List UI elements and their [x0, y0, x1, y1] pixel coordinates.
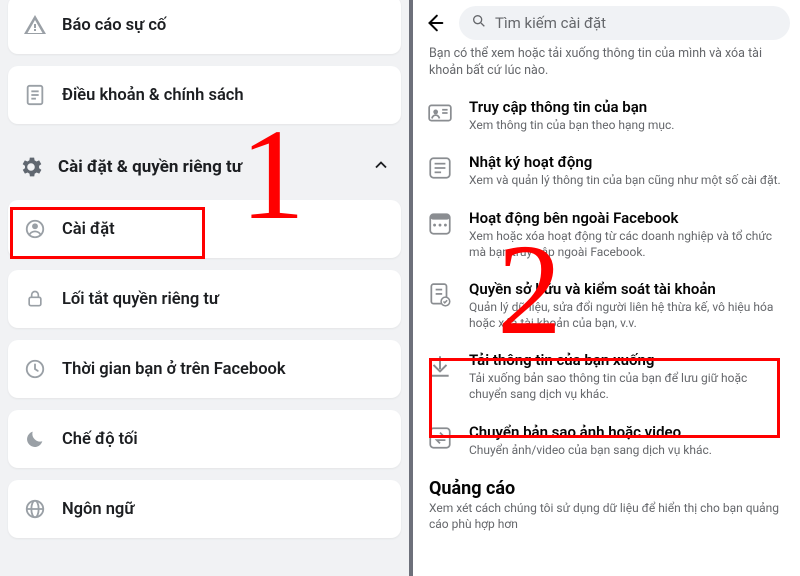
item-title: Chuyển bản sao ảnh hoặc video [469, 423, 784, 441]
settings-item-transfer-copy[interactable]: Chuyển bản sao ảnh hoặc video Chuyển ảnh… [413, 413, 800, 469]
warning-icon [22, 12, 48, 38]
left-panel: Báo cáo sự cố Điều khoản & chính sách Cà… [0, 0, 409, 576]
menu-item-label: Thời gian bạn ở trên Facebook [62, 360, 286, 379]
settings-item-access-info[interactable]: Truy cập thông tin của bạn Xem thông tin… [413, 88, 800, 144]
settings-item-account-ownership[interactable]: Quyền sở hữu và kiểm soát tài khoản Quản… [413, 270, 800, 341]
item-title: Tải thông tin của bạn xuống [469, 351, 784, 369]
item-subtitle: Quản lý dữ liệu, sửa đổi người liên hệ t… [469, 300, 784, 331]
section-header-label: Cài đặt & quyền riêng tư [58, 157, 242, 177]
topbar: Tìm kiếm cài đặt [413, 0, 800, 44]
gear-small-icon [22, 216, 48, 242]
menu-item-settings[interactable]: Cài đặt [8, 200, 401, 258]
item-subtitle: Xem và quản lý thông tin của bạn cũng nh… [469, 173, 784, 189]
menu-card: Lối tắt quyền riêng tư [8, 270, 401, 328]
item-title: Quyền sở hữu và kiểm soát tài khoản [469, 280, 784, 298]
section-description: Bạn có thể xem hoặc tải xuống thông tin … [413, 44, 800, 88]
menu-item-label: Báo cáo sự cố [62, 16, 166, 35]
menu-card: Thời gian bạn ở trên Facebook [8, 340, 401, 398]
menu-item-label: Cài đặt [62, 220, 115, 239]
id-card-icon [427, 100, 455, 128]
settings-item-activity-log[interactable]: Nhật ký hoạt động Xem và quản lý thông t… [413, 143, 800, 199]
download-icon [427, 353, 455, 381]
app-icon [427, 211, 455, 239]
item-subtitle: Xem hoặc xóa hoạt động từ các doanh nghi… [469, 229, 784, 260]
search-placeholder: Tìm kiếm cài đặt [495, 14, 606, 32]
section-header-settings-privacy[interactable]: Cài đặt & quyền riêng tư [0, 136, 409, 194]
menu-item-dark-mode[interactable]: Chế độ tối [8, 410, 401, 468]
chevron-up-icon [371, 155, 391, 180]
menu-item-label: Điều khoản & chính sách [62, 86, 244, 105]
menu-card: Ngôn ngữ [8, 480, 401, 538]
menu-item-language[interactable]: Ngôn ngữ [8, 480, 401, 538]
menu-card: Cài đặt [8, 200, 401, 258]
item-title: Nhật ký hoạt động [469, 153, 784, 171]
transfer-icon [427, 425, 455, 453]
moon-icon [22, 426, 48, 452]
item-title: Truy cập thông tin của bạn [469, 98, 784, 116]
list-icon [427, 155, 455, 183]
menu-item-label: Chế độ tối [62, 430, 138, 449]
settings-item-download-info[interactable]: Tải thông tin của bạn xuống Tải xuống bả… [413, 341, 800, 412]
menu-item-privacy-shortcuts[interactable]: Lối tắt quyền riêng tư [8, 270, 401, 328]
section-title-ads: Quảng cáo [413, 468, 800, 501]
item-title: Hoạt động bên ngoài Facebook [469, 209, 784, 227]
clock-icon [22, 356, 48, 382]
menu-item-time-on-fb[interactable]: Thời gian bạn ở trên Facebook [8, 340, 401, 398]
right-panel: Tìm kiếm cài đặt Bạn có thể xem hoặc tải… [413, 0, 800, 576]
menu-card: Chế độ tối [8, 410, 401, 468]
gear-icon [18, 154, 44, 180]
back-button[interactable] [421, 9, 449, 37]
menu-card: Điều khoản & chính sách [8, 66, 401, 124]
menu-item-label: Ngôn ngữ [62, 500, 134, 519]
item-subtitle: Tải xuống bản sao thông tin của bạn để l… [469, 371, 784, 402]
settings-item-off-fb-activity[interactable]: Hoạt động bên ngoài Facebook Xem hoặc xó… [413, 199, 800, 270]
search-input[interactable]: Tìm kiếm cài đặt [459, 6, 790, 40]
globe-icon [22, 496, 48, 522]
lock-icon [22, 286, 48, 312]
item-subtitle: Xem thông tin của bạn theo hạng mục. [469, 118, 784, 134]
section-subtitle-ads: Xem xét cách chúng tôi sử dụng dữ liệu đ… [413, 501, 800, 538]
menu-item-terms[interactable]: Điều khoản & chính sách [8, 66, 401, 124]
menu-item-label: Lối tắt quyền riêng tư [62, 290, 219, 309]
menu-card: Báo cáo sự cố [8, 0, 401, 54]
doc-check-icon [427, 282, 455, 310]
item-subtitle: Chuyển ảnh/video của bạn sang dịch vụ kh… [469, 443, 784, 459]
search-icon [471, 13, 487, 33]
doc-icon [22, 82, 48, 108]
menu-item-report-problem[interactable]: Báo cáo sự cố [8, 0, 401, 54]
